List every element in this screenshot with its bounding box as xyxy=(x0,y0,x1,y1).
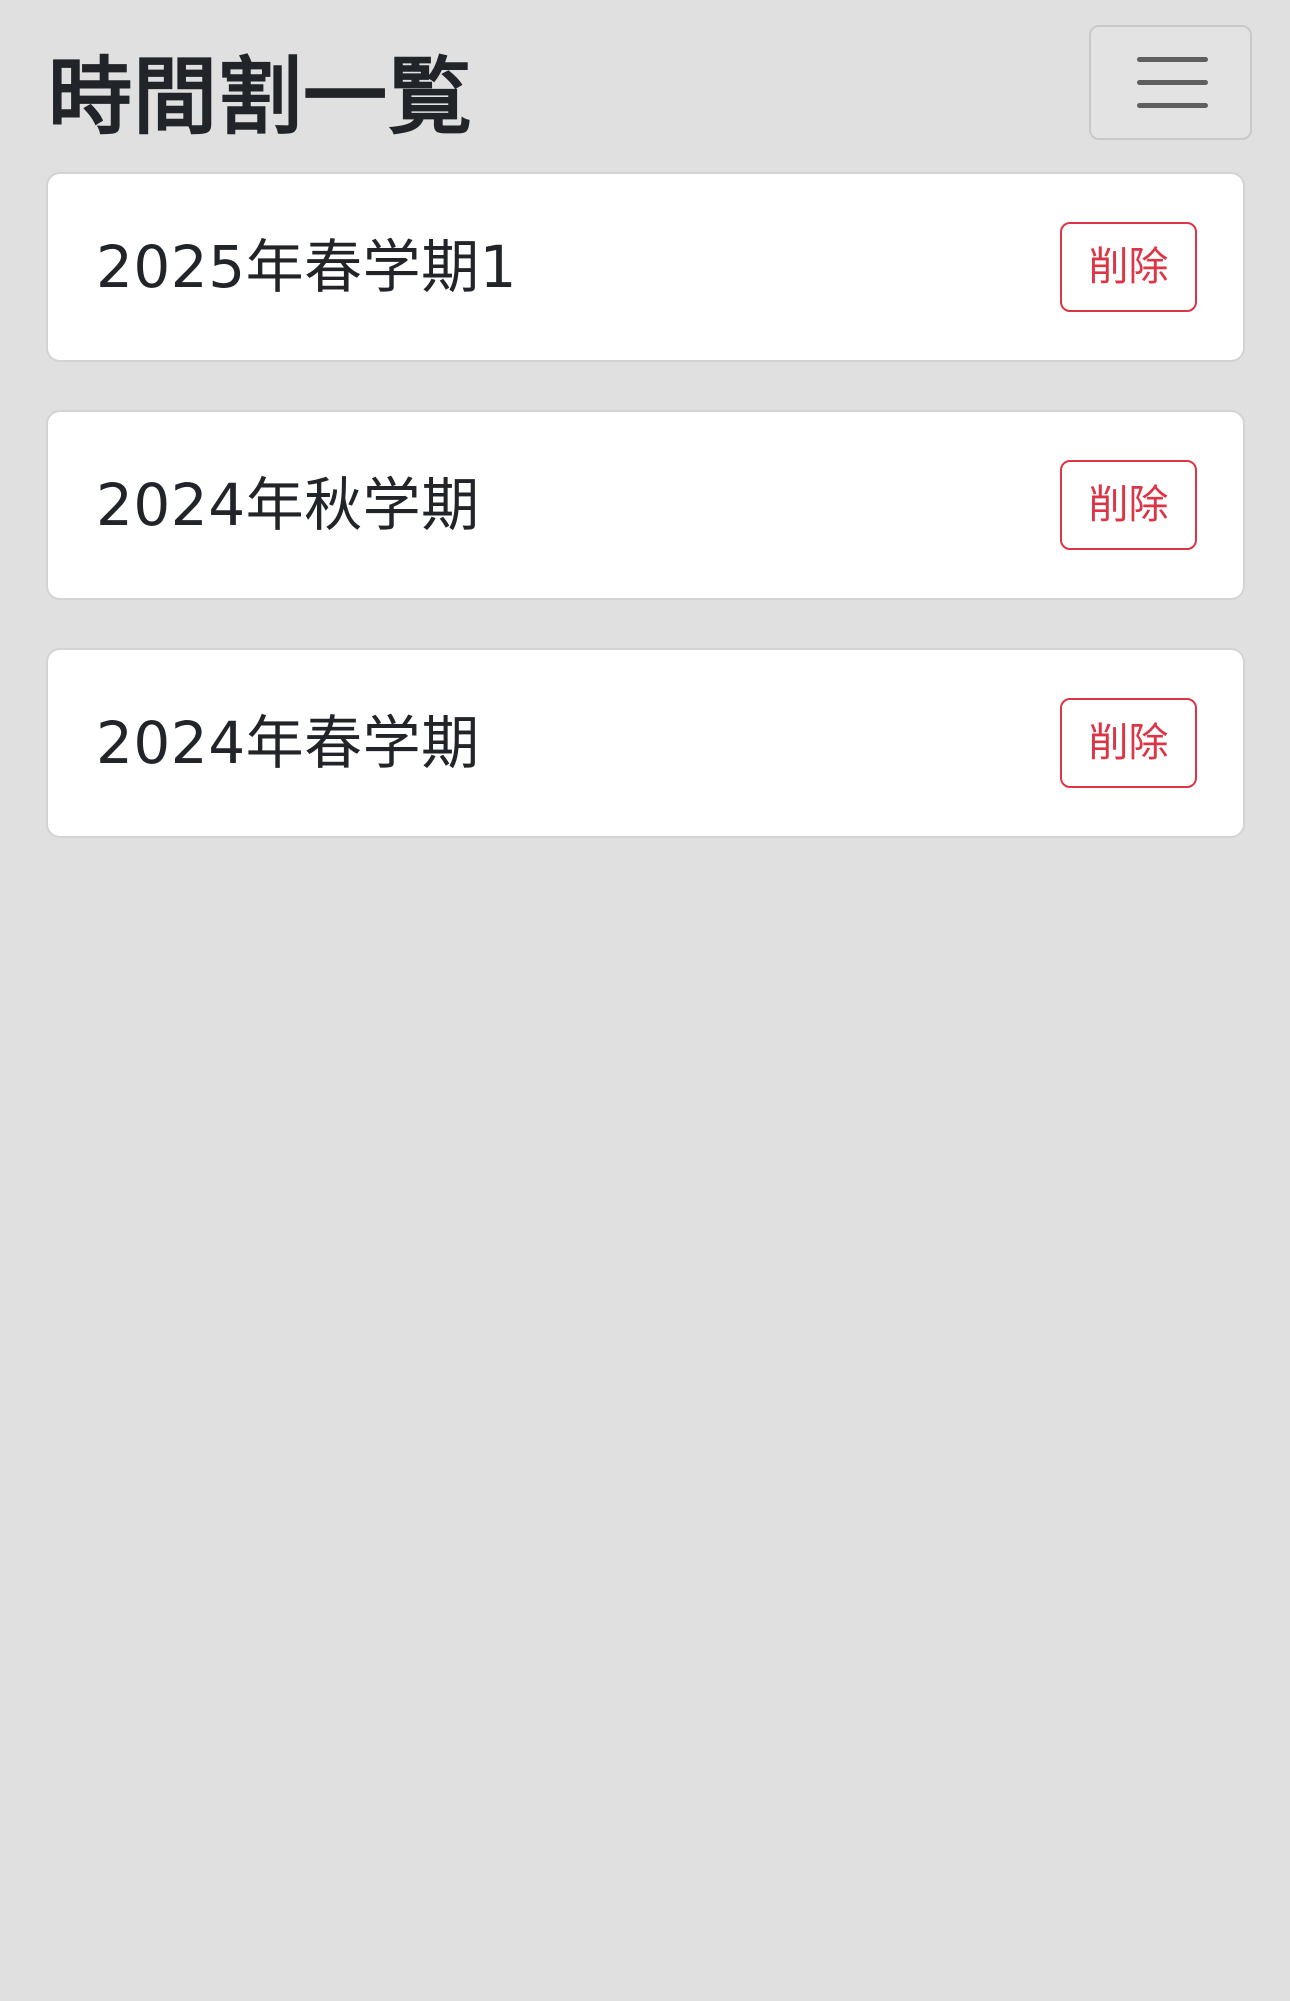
timetable-name: 2025年春学期1 xyxy=(96,233,518,301)
delete-button[interactable]: 削除 xyxy=(1060,460,1197,550)
header: 時間割一覧 xyxy=(0,0,1290,160)
timetable-card[interactable]: 2025年春学期1 削除 xyxy=(46,172,1245,362)
menu-icon-bar xyxy=(1137,80,1208,85)
timetable-card[interactable]: 2024年春学期 削除 xyxy=(46,648,1245,838)
page-title: 時間割一覧 xyxy=(48,48,474,146)
delete-button[interactable]: 削除 xyxy=(1060,222,1197,312)
menu-icon-bar xyxy=(1137,103,1208,108)
menu-toggle-button[interactable] xyxy=(1089,25,1252,140)
timetable-card[interactable]: 2024年秋学期 削除 xyxy=(46,410,1245,600)
menu-icon-bar xyxy=(1137,57,1208,62)
timetable-list: 2025年春学期1 削除 2024年秋学期 削除 2024年春学期 削除 xyxy=(46,172,1245,886)
timetable-name: 2024年春学期 xyxy=(96,709,480,777)
delete-button[interactable]: 削除 xyxy=(1060,698,1197,788)
timetable-name: 2024年秋学期 xyxy=(96,471,480,539)
